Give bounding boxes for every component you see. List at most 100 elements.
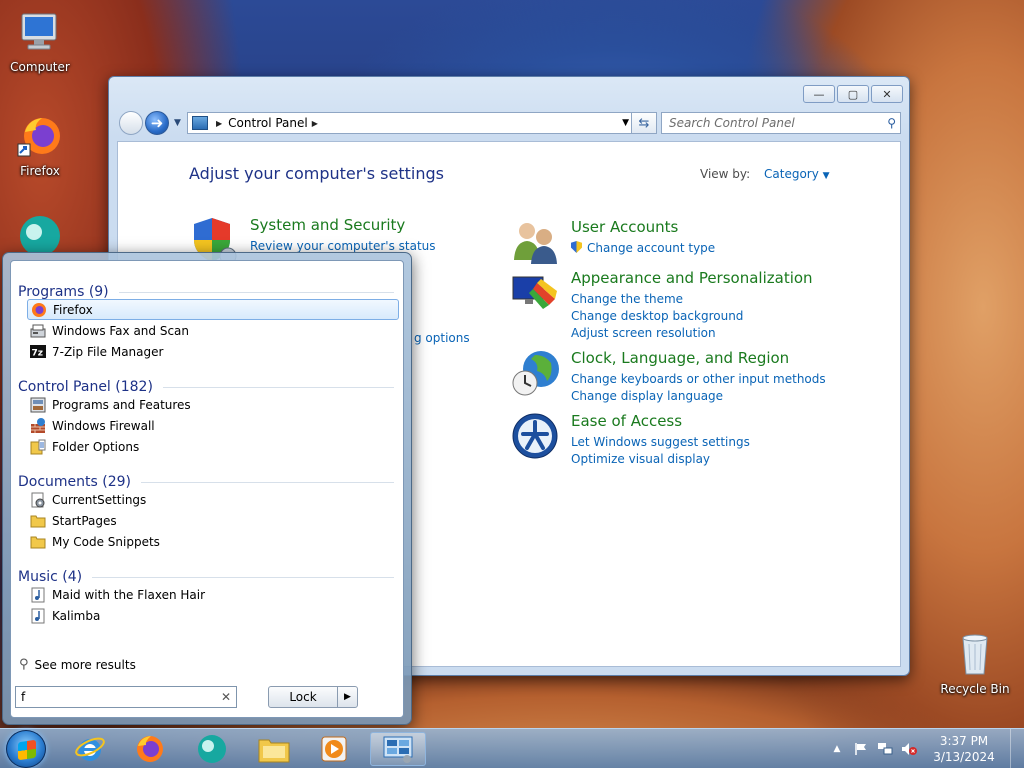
view-by: View by: Category ▼ bbox=[700, 167, 830, 181]
category-heading[interactable]: Ease of Access bbox=[571, 412, 682, 430]
address-bar[interactable]: ▶ Control Panel ▶ ▼ bbox=[187, 112, 635, 134]
programs-features-icon bbox=[30, 397, 46, 413]
group-heading-control-panel[interactable]: Control Panel (182) bbox=[18, 379, 394, 395]
show-hidden-icons-button[interactable]: ▲ bbox=[828, 741, 846, 757]
see-more-results[interactable]: ⚲ See more results bbox=[19, 657, 136, 672]
category-heading[interactable]: Appearance and Personalization bbox=[571, 269, 813, 287]
result-item-folder-options[interactable]: Folder Options bbox=[27, 436, 399, 457]
taskbar-firefox[interactable] bbox=[122, 732, 178, 766]
result-label: Programs and Features bbox=[52, 397, 191, 412]
monitor-palette-icon bbox=[511, 269, 559, 317]
view-by-dropdown[interactable]: Category bbox=[764, 167, 819, 181]
desktop-icon-computer[interactable]: Computer bbox=[0, 8, 80, 74]
desktop-icon-recycle-bin[interactable]: Recycle Bin bbox=[935, 630, 1015, 696]
category-link[interactable]: Change account type bbox=[571, 240, 715, 257]
users-icon bbox=[511, 218, 559, 266]
category-heading[interactable]: User Accounts bbox=[571, 218, 678, 236]
result-item-my-code-snippets[interactable]: My Code Snippets bbox=[27, 531, 399, 552]
search-icon[interactable]: ⚲ bbox=[887, 116, 896, 130]
result-label: 7-Zip File Manager bbox=[52, 344, 164, 359]
category-link[interactable]: Change display language bbox=[571, 388, 826, 405]
result-item-currentsettings[interactable]: CurrentSettings bbox=[27, 489, 399, 510]
category-link[interactable]: Change the theme bbox=[571, 291, 743, 308]
accessibility-icon bbox=[511, 412, 559, 460]
desktop-icon-firefox[interactable]: Firefox bbox=[0, 112, 80, 178]
clear-search-icon[interactable]: ✕ bbox=[221, 690, 231, 704]
lock-button[interactable]: Lock ▶ bbox=[268, 686, 358, 708]
forward-button[interactable]: ➜ bbox=[145, 111, 169, 135]
group-heading-label: Programs (9) bbox=[18, 284, 109, 300]
category-links: Let Windows suggest settings Optimize vi… bbox=[571, 434, 750, 468]
result-item-kalimba[interactable]: Kalimba bbox=[27, 605, 399, 626]
result-item-startpages[interactable]: StartPages bbox=[27, 510, 399, 531]
category-link[interactable]: Change keyboards or other input methods bbox=[571, 371, 826, 388]
folder-icon bbox=[30, 534, 46, 550]
category-link[interactable]: Adjust screen resolution bbox=[571, 325, 743, 342]
result-label: Kalimba bbox=[52, 608, 101, 623]
lock-button-label[interactable]: Lock bbox=[269, 687, 337, 707]
divider bbox=[92, 576, 394, 578]
clock-time: 3:37 PM bbox=[939, 734, 989, 748]
control-panel-icon bbox=[192, 116, 208, 130]
media-player-icon bbox=[321, 736, 347, 762]
category-heading[interactable]: Clock, Language, and Region bbox=[571, 349, 789, 367]
taskbar-control-panel[interactable] bbox=[370, 732, 426, 766]
close-button[interactable]: ✕ bbox=[871, 85, 903, 103]
power-options-arrow-icon[interactable]: ▶ bbox=[337, 687, 357, 707]
taskbar-internet-explorer[interactable] bbox=[62, 732, 118, 766]
globe-clock-icon bbox=[511, 349, 559, 397]
search-box[interactable]: ⚲ bbox=[661, 112, 901, 134]
minimize-button[interactable]: — bbox=[803, 85, 835, 103]
category-links: Change the theme Change desktop backgrou… bbox=[571, 291, 743, 342]
group-heading-music[interactable]: Music (4) bbox=[18, 569, 394, 585]
breadcrumb-separator-icon[interactable]: ▶ bbox=[216, 119, 222, 128]
breadcrumb-control-panel[interactable]: Control Panel bbox=[228, 116, 308, 130]
taskbar-app-circle[interactable] bbox=[184, 732, 240, 766]
result-item-firefox[interactable]: Firefox bbox=[27, 299, 399, 320]
address-dropdown-icon[interactable]: ▼ bbox=[622, 118, 629, 128]
result-label: Maid with the Flaxen Hair bbox=[52, 587, 206, 602]
refresh-button[interactable]: ⇆ bbox=[631, 112, 657, 134]
desktop-icon-label: Firefox bbox=[20, 164, 60, 178]
clock[interactable]: 3:37 PM 3/13/2024 bbox=[924, 733, 1004, 765]
control-panel-icon bbox=[383, 736, 413, 763]
search-icon: ⚲ bbox=[19, 657, 29, 672]
back-button[interactable] bbox=[119, 111, 143, 135]
show-desktop-button[interactable] bbox=[1010, 729, 1024, 768]
result-item-windows-firewall[interactable]: Windows Firewall bbox=[27, 415, 399, 436]
maximize-button[interactable]: ▢ bbox=[837, 85, 869, 103]
taskbar-file-explorer[interactable] bbox=[246, 732, 302, 766]
result-label: CurrentSettings bbox=[52, 492, 147, 507]
result-item-fax-scan[interactable]: Windows Fax and Scan bbox=[27, 320, 399, 341]
start-search-input[interactable] bbox=[21, 690, 211, 704]
volume-muted-icon[interactable] bbox=[900, 741, 918, 757]
chevron-down-icon[interactable]: ▼ bbox=[823, 171, 830, 181]
network-icon[interactable] bbox=[876, 741, 894, 757]
taskbar: ▲ 3:37 PM 3/13/2024 bbox=[0, 728, 1024, 768]
clock-date: 3/13/2024 bbox=[933, 750, 995, 764]
group-heading-documents[interactable]: Documents (29) bbox=[18, 474, 394, 490]
category-link[interactable]: Optimize visual display bbox=[571, 451, 750, 468]
start-search-box[interactable]: ✕ bbox=[15, 686, 237, 708]
category-link[interactable]: Let Windows suggest settings bbox=[571, 434, 750, 451]
start-button[interactable] bbox=[6, 730, 46, 768]
category-heading[interactable]: System and Security bbox=[250, 216, 405, 234]
result-label: My Code Snippets bbox=[52, 534, 160, 549]
result-item-maid-flaxen-hair[interactable]: Maid with the Flaxen Hair bbox=[27, 584, 399, 605]
taskbar-media-player[interactable] bbox=[306, 732, 362, 766]
svg-text:7z: 7z bbox=[32, 348, 44, 358]
desktop-icon-label: Computer bbox=[10, 60, 70, 74]
music-file-icon bbox=[30, 608, 46, 624]
search-input[interactable] bbox=[669, 116, 879, 130]
divider bbox=[141, 481, 394, 483]
result-item-programs-features[interactable]: Programs and Features bbox=[27, 394, 399, 415]
category-links: Change keyboards or other input methods … bbox=[571, 371, 826, 405]
folder-options-icon bbox=[30, 439, 46, 455]
partial-category-link[interactable]: g options bbox=[414, 331, 470, 345]
category-link[interactable]: Change desktop background bbox=[571, 308, 743, 325]
result-item-7zip[interactable]: 7z 7-Zip File Manager bbox=[27, 341, 399, 362]
breadcrumb-separator-icon[interactable]: ▶ bbox=[312, 119, 318, 128]
recent-pages-dropdown[interactable]: ▼ bbox=[174, 118, 181, 128]
action-center-flag-icon[interactable] bbox=[852, 741, 870, 757]
group-heading-programs[interactable]: Programs (9) bbox=[18, 284, 394, 300]
